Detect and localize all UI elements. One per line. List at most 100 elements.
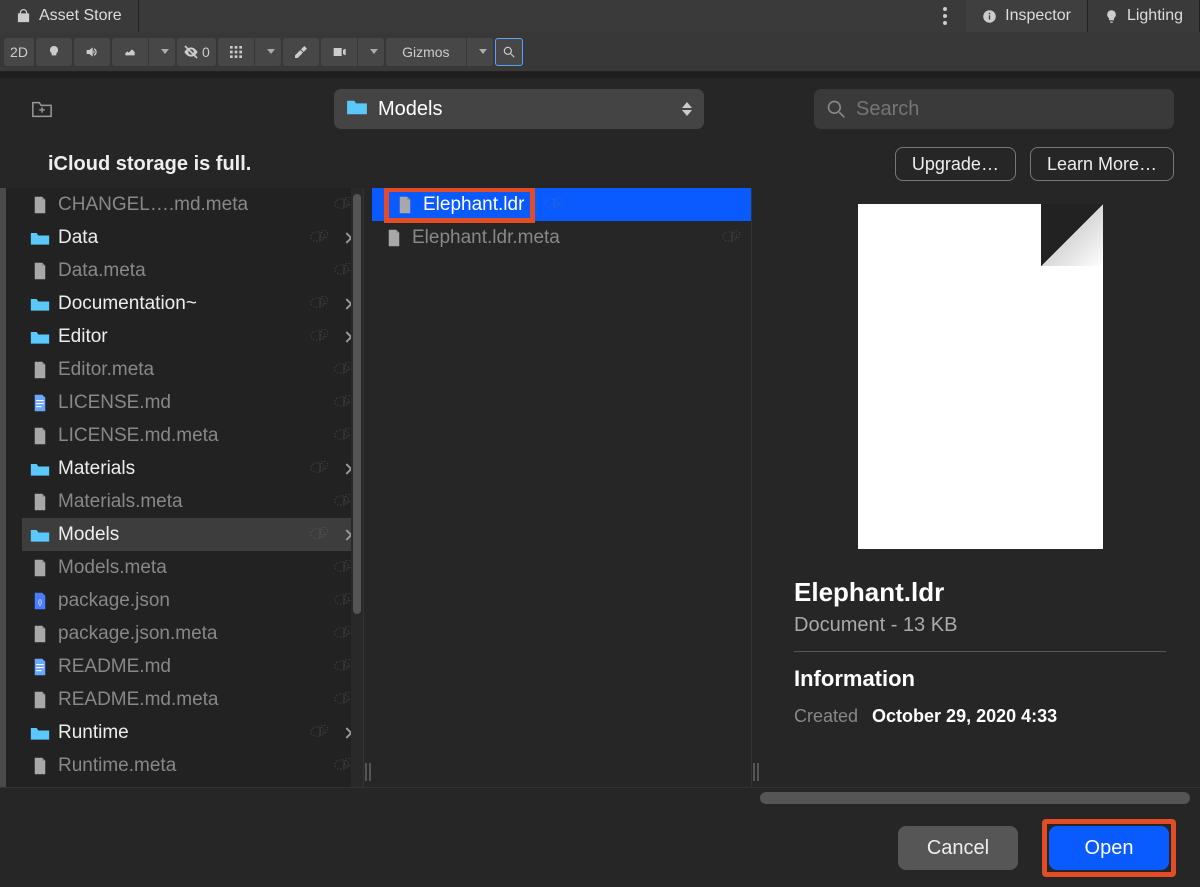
file-row[interactable]: CHANGEL….md.meta: [22, 188, 363, 221]
folder-icon: [346, 98, 368, 121]
file-preview-icon: [858, 204, 1103, 549]
folder-icon: [30, 526, 50, 544]
file-row[interactable]: Materials.meta: [22, 485, 363, 518]
folder-icon: [30, 460, 50, 478]
column-1[interactable]: CHANGEL….md.metaData Data.meta Documentati…: [0, 188, 364, 787]
file-row[interactable]: Materials: [22, 452, 363, 485]
file-row[interactable]: Editor.meta: [22, 353, 363, 386]
file-name: Materials.meta: [58, 491, 325, 513]
scene-toolbar: 2D 0 Gizmos: [0, 32, 1200, 72]
search-toggle-icon[interactable]: [495, 38, 523, 66]
file-row[interactable]: Models.meta: [22, 551, 363, 584]
learn-more-button[interactable]: Learn More…: [1030, 147, 1174, 181]
tab-lighting[interactable]: Lighting: [1088, 0, 1200, 32]
tab-label: Asset Store: [39, 7, 122, 25]
file-name: Data.meta: [58, 260, 325, 282]
grid-icon[interactable]: [218, 38, 254, 66]
kebab-icon[interactable]: [936, 7, 954, 25]
tab-inspector[interactable]: Inspector: [966, 0, 1088, 32]
cloud-alert-icon: [309, 722, 331, 744]
file-icon: [30, 394, 50, 412]
folder-name: Models: [378, 98, 672, 121]
file-icon: [30, 361, 50, 379]
file-icon: [30, 625, 50, 643]
file-row[interactable]: Editor: [22, 320, 363, 353]
fx-dropdown[interactable]: [149, 38, 175, 66]
tab-asset-store[interactable]: Asset Store: [0, 0, 139, 32]
audio-icon[interactable]: [74, 38, 110, 66]
upgrade-button[interactable]: Upgrade…: [895, 147, 1016, 181]
fx-icon[interactable]: [112, 38, 148, 66]
tab-label: Lighting: [1127, 7, 1183, 25]
file-row[interactable]: Data.meta: [22, 254, 363, 287]
scrollbar[interactable]: [351, 188, 363, 787]
file-name: LICENSE.md: [58, 392, 325, 414]
hidden-toggle[interactable]: 0: [177, 38, 216, 66]
icloud-full-bar: iCloud storage is full. Upgrade… Learn M…: [0, 140, 1200, 188]
file-row[interactable]: Models: [22, 518, 363, 551]
highlight-open: Open: [1042, 819, 1176, 877]
dialog-toolbar: Models: [0, 78, 1200, 140]
column-resize-grip[interactable]: [364, 188, 372, 787]
file-dialog: Models iCloud storage is full. Upgrade… …: [0, 78, 1200, 887]
file-row[interactable]: {}package.json: [22, 584, 363, 617]
info-value: October 29, 2020 4:33: [872, 706, 1057, 727]
file-name: README.md.meta: [58, 689, 325, 711]
cloud-alert-icon: [309, 227, 331, 249]
file-row[interactable]: README.md.meta: [22, 683, 363, 716]
file-row[interactable]: Runtime.meta: [22, 749, 363, 782]
sidebar-gutter: [0, 188, 6, 787]
file-name: Models: [58, 524, 301, 546]
file-icon: [30, 196, 50, 214]
tools-icon[interactable]: [283, 38, 319, 66]
file-row[interactable]: Documentation~: [22, 287, 363, 320]
file-icon: [30, 493, 50, 511]
gizmos-button[interactable]: Gizmos: [386, 38, 466, 66]
file-name: Documentation~: [58, 293, 301, 315]
search-field[interactable]: [814, 89, 1174, 129]
dialog-footer: Cancel Open: [0, 809, 1200, 887]
camera-icon[interactable]: [321, 38, 357, 66]
info-icon: [982, 9, 997, 24]
app-tab-bar: Asset Store Inspector Lighting: [0, 0, 1200, 32]
file-row[interactable]: LICENSE.md.meta: [22, 419, 363, 452]
file-name: Elephant.ldr: [423, 194, 524, 216]
cancel-button[interactable]: Cancel: [898, 826, 1018, 870]
gizmos-dropdown[interactable]: [467, 38, 493, 66]
cloud-alert-icon: [309, 293, 331, 315]
file-row[interactable]: package.json.meta: [22, 617, 363, 650]
file-row[interactable]: Elephant.ldr: [372, 188, 751, 221]
info-header: Information: [794, 666, 1166, 692]
tab-more-area: [139, 0, 966, 32]
folder-icon: [30, 724, 50, 742]
new-folder-button[interactable]: [26, 94, 58, 124]
cloud-alert-icon: [721, 227, 743, 249]
btn-2d[interactable]: 2D: [4, 38, 34, 66]
file-name: Runtime.meta: [58, 755, 325, 777]
file-row[interactable]: README.md: [22, 650, 363, 683]
search-input[interactable]: [856, 98, 1162, 121]
cloud-alert-icon: [309, 458, 331, 480]
file-row[interactable]: Elephant.ldr.meta: [372, 221, 751, 254]
file-row[interactable]: Data: [22, 221, 363, 254]
file-row[interactable]: Runtime: [22, 716, 363, 749]
column-2[interactable]: Elephant.ldr Elephant.ldr.meta: [372, 188, 752, 787]
file-name: Models.meta: [58, 557, 325, 579]
column-resize-grip[interactable]: [752, 188, 760, 787]
lightbulb-icon: [1104, 9, 1119, 24]
file-icon: [30, 427, 50, 445]
cloud-alert-icon: [309, 524, 331, 546]
preview-subtitle: Document - 13 KB: [794, 614, 1166, 652]
search-icon: [826, 99, 846, 119]
file-name: package.json: [58, 590, 325, 612]
grid-dropdown[interactable]: [255, 38, 281, 66]
camera-dropdown[interactable]: [358, 38, 384, 66]
horizontal-scrollbar[interactable]: [0, 787, 1200, 809]
file-icon: [30, 262, 50, 280]
open-button[interactable]: Open: [1049, 826, 1169, 870]
lightbulb-icon[interactable]: [36, 38, 72, 66]
folder-path-popup[interactable]: Models: [334, 89, 704, 129]
file-icon: [30, 757, 50, 775]
file-row[interactable]: LICENSE.md: [22, 386, 363, 419]
folder-icon: [30, 295, 50, 313]
